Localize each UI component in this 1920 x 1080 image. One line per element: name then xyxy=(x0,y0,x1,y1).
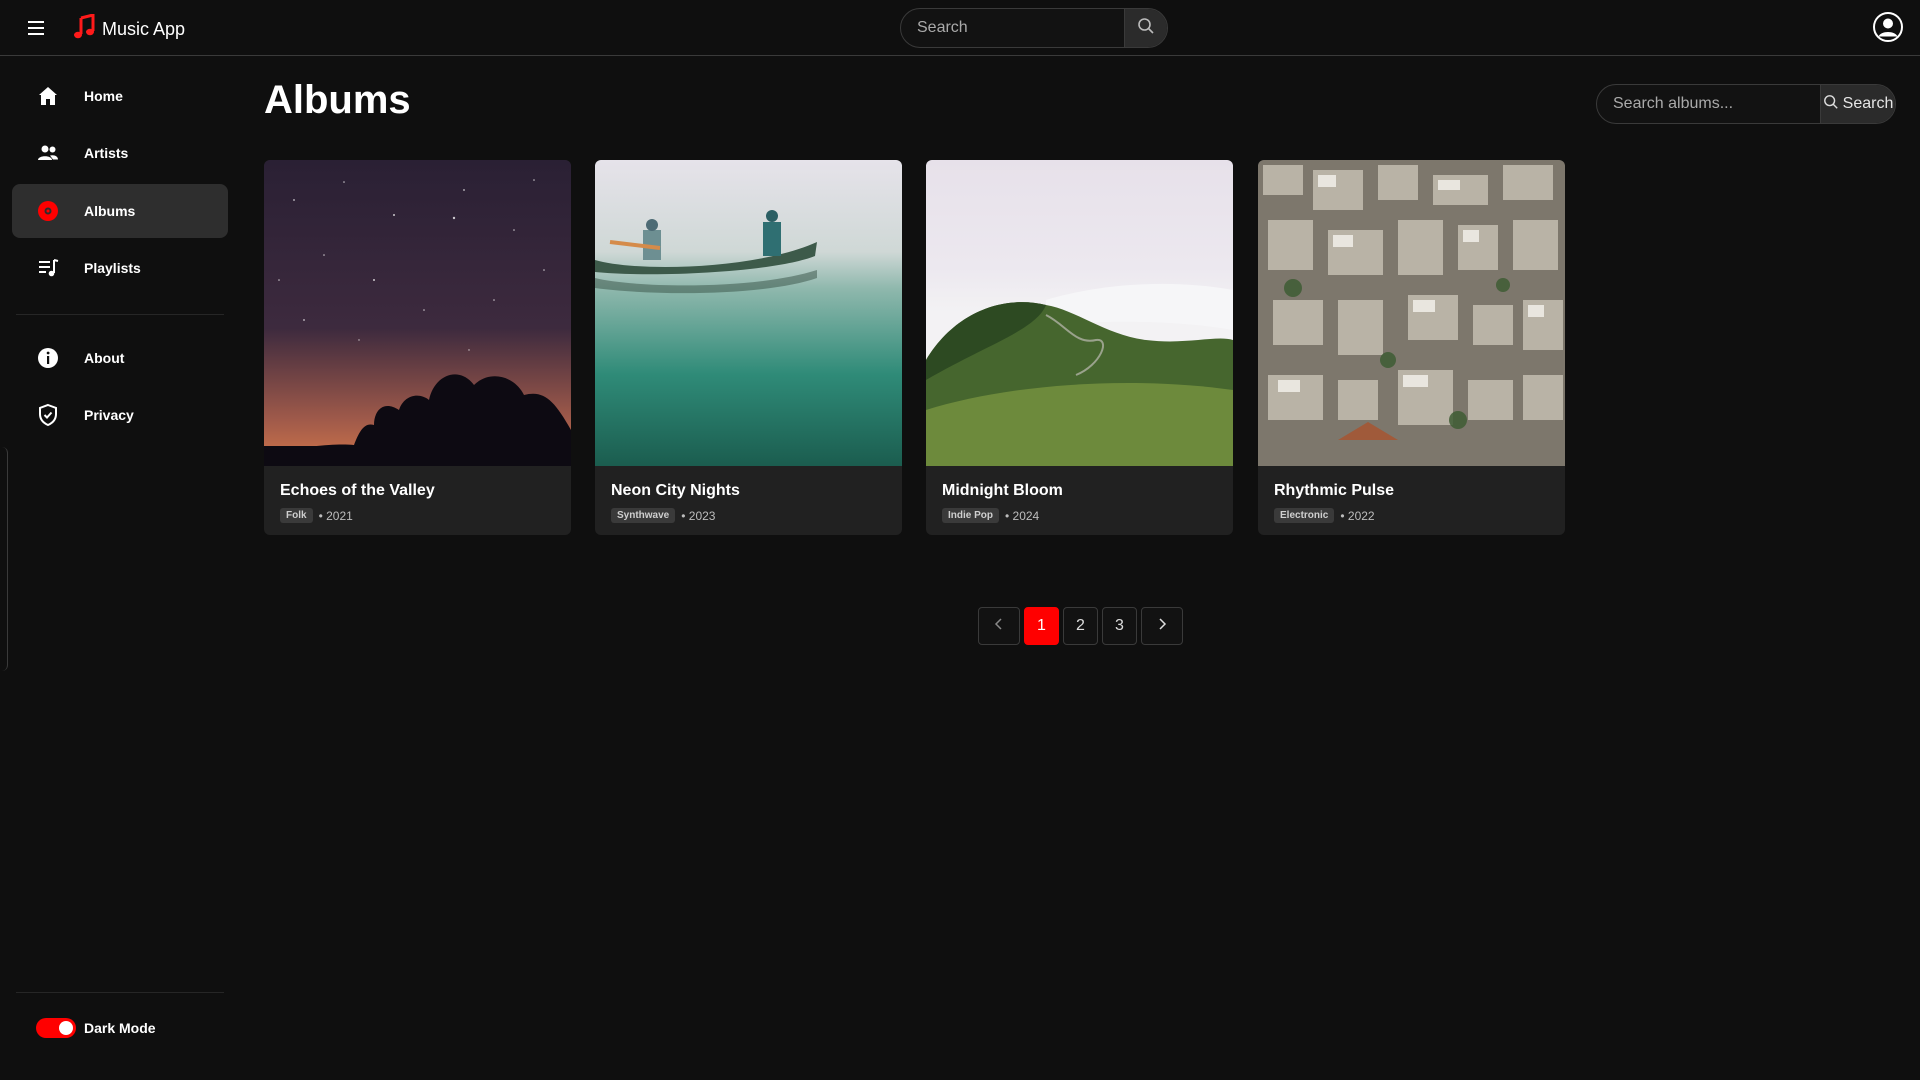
album-card[interactable]: Midnight Bloom Indie Pop • 2024 xyxy=(926,160,1233,535)
album-search-button-label: Search xyxy=(1842,95,1894,112)
sidebar-divider xyxy=(16,992,224,993)
sidebar-item-label: Albums xyxy=(84,203,136,219)
album-search-button[interactable]: Search xyxy=(1820,85,1895,123)
artists-icon xyxy=(36,141,60,165)
sidebar-item-about[interactable]: About xyxy=(12,331,228,385)
album-card[interactable]: Neon City Nights Synthwave • 2023 xyxy=(595,160,902,535)
album-meta: Synthwave • 2023 xyxy=(611,508,715,523)
genre-badge: Indie Pop xyxy=(942,508,999,523)
search-icon xyxy=(1823,94,1839,115)
sidebar-item-label: Privacy xyxy=(84,407,134,423)
prev-page-button[interactable] xyxy=(978,607,1020,645)
album-search-input[interactable] xyxy=(1597,85,1820,123)
page-title: Albums xyxy=(264,78,411,122)
album-year: • 2024 xyxy=(1005,508,1040,523)
sidebar-item-label: About xyxy=(84,350,125,366)
info-icon xyxy=(36,346,60,370)
album-year: • 2021 xyxy=(318,508,353,523)
album-meta: Folk • 2021 xyxy=(280,508,353,523)
genre-badge: Electronic xyxy=(1274,508,1335,523)
menu-icon[interactable] xyxy=(24,16,48,40)
app-logo[interactable]: Music App xyxy=(72,13,186,45)
toggle-knob xyxy=(59,1021,73,1035)
sidebar-item-playlists[interactable]: Playlists xyxy=(12,241,228,295)
top-search-button[interactable] xyxy=(1124,9,1167,47)
album-cover-image xyxy=(595,160,902,466)
search-icon xyxy=(1137,17,1155,40)
account-avatar-icon[interactable] xyxy=(1872,11,1904,43)
album-year: • 2023 xyxy=(681,508,716,523)
sidebar-edge-handle[interactable] xyxy=(0,447,8,671)
page-button-3[interactable]: 3 xyxy=(1102,607,1137,645)
pagination: 1 2 3 xyxy=(978,607,1183,645)
sidebar-item-label: Home xyxy=(84,88,123,104)
sidebar-item-albums[interactable]: Albums xyxy=(12,184,228,238)
album-search: Search xyxy=(1596,84,1896,124)
page-button-2[interactable]: 2 xyxy=(1063,607,1098,645)
genre-badge: Synthwave xyxy=(611,508,676,523)
chevron-right-icon xyxy=(1156,617,1168,636)
album-cover-image xyxy=(1258,160,1565,466)
sidebar-item-home[interactable]: Home xyxy=(12,69,228,123)
playlist-icon xyxy=(36,256,60,280)
genre-badge: Folk xyxy=(280,508,313,523)
top-search-input[interactable] xyxy=(901,9,1124,47)
dark-mode-row: Dark Mode xyxy=(36,1018,156,1038)
dark-mode-toggle[interactable] xyxy=(36,1018,76,1038)
next-page-button[interactable] xyxy=(1141,607,1183,645)
album-title: Midnight Bloom xyxy=(942,482,1063,499)
album-meta: Electronic • 2022 xyxy=(1274,508,1375,523)
album-year: • 2022 xyxy=(1340,508,1375,523)
album-card[interactable]: Rhythmic Pulse Electronic • 2022 xyxy=(1258,160,1565,535)
album-title: Echoes of the Valley xyxy=(280,482,435,499)
sidebar-item-privacy[interactable]: Privacy xyxy=(12,388,228,442)
app-title: Music App xyxy=(102,19,186,39)
sidebar-item-label: Artists xyxy=(84,145,129,161)
album-meta: Indie Pop • 2024 xyxy=(942,508,1039,523)
album-cover-image xyxy=(264,160,571,466)
home-icon xyxy=(36,84,60,108)
sidebar-item-label: Playlists xyxy=(84,260,141,276)
album-cover-image xyxy=(926,160,1233,466)
music-note-icon xyxy=(72,13,96,45)
sidebar: Home Artists Albums Playlists About Priv… xyxy=(0,57,228,1080)
dark-mode-label: Dark Mode xyxy=(84,1020,156,1036)
sidebar-divider xyxy=(16,314,224,315)
top-search xyxy=(900,8,1168,48)
album-disc-icon xyxy=(36,199,60,223)
album-title: Rhythmic Pulse xyxy=(1274,482,1395,499)
album-card[interactable]: Echoes of the Valley Folk • 2021 xyxy=(264,160,571,535)
top-bar: Music App xyxy=(0,0,1920,56)
page-button-1[interactable]: 1 xyxy=(1024,607,1059,645)
chevron-left-icon xyxy=(993,617,1005,636)
album-title: Neon City Nights xyxy=(611,482,740,499)
sidebar-item-artists[interactable]: Artists xyxy=(12,126,228,180)
shield-icon xyxy=(36,403,60,427)
